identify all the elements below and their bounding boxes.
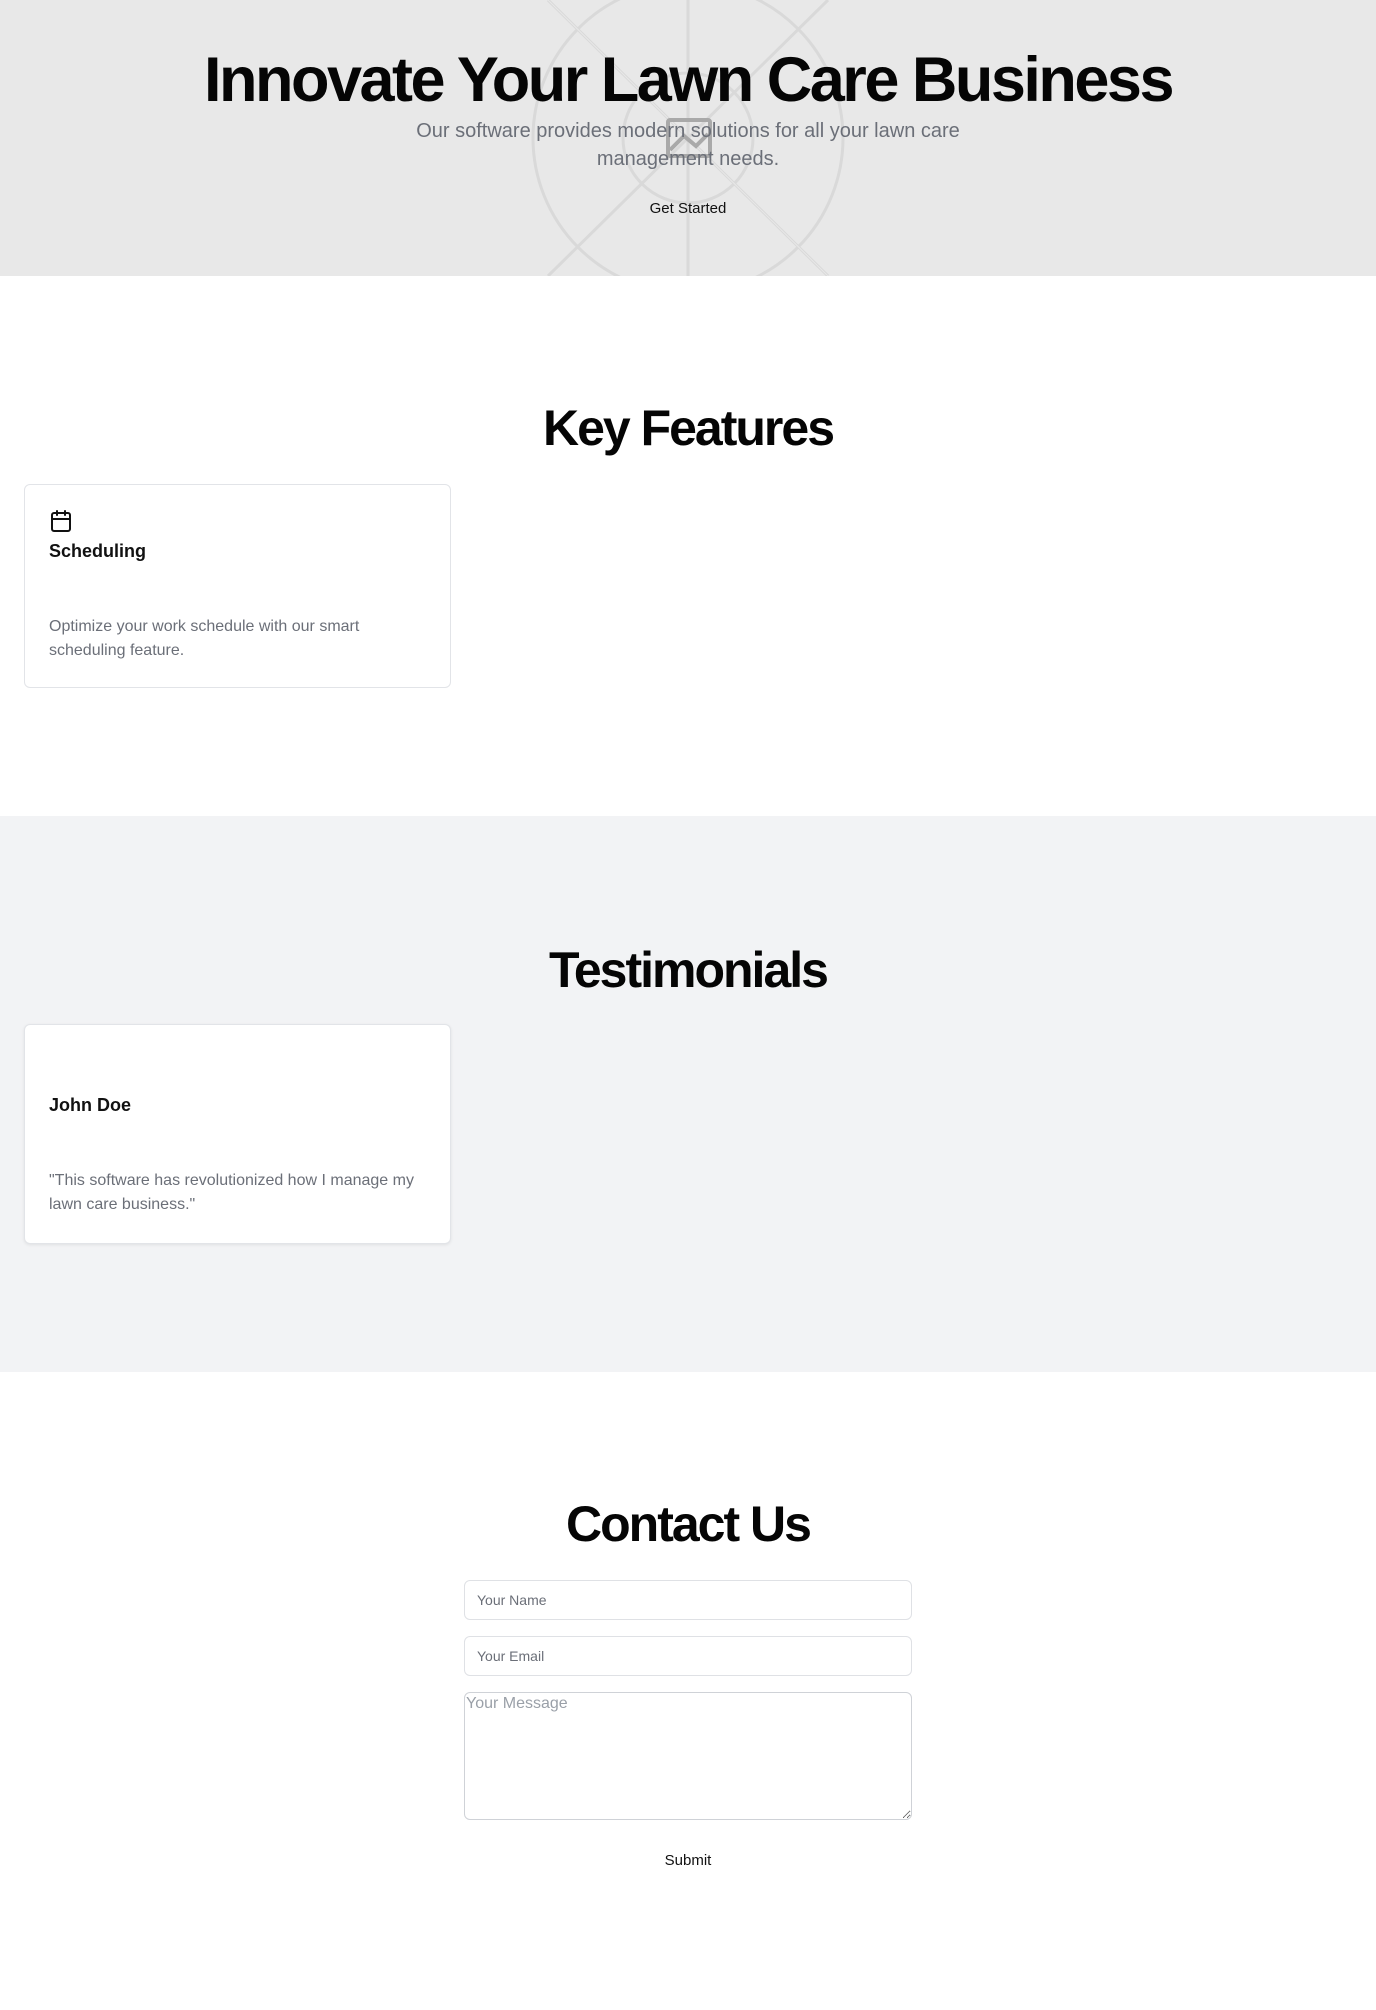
name-field[interactable] <box>464 1580 912 1620</box>
email-field[interactable] <box>464 1636 912 1676</box>
testimonial-author: John Doe <box>49 1095 132 1115</box>
testimonials-section: Testimonials John Doe "This software has… <box>0 816 1376 1372</box>
message-field[interactable] <box>464 1692 912 1820</box>
feature-title: Scheduling <box>49 541 147 561</box>
hero-title: Innovate Your Lawn Care Business <box>204 45 1174 115</box>
testimonial-quote: "This software has revolutionized how I … <box>49 1172 414 1213</box>
get-started-button[interactable]: Get Started <box>628 196 748 220</box>
submit-button[interactable]: Submit <box>628 1848 748 1872</box>
testimonial-card: John Doe "This software has revolutioniz… <box>24 1024 451 1244</box>
feature-description: Optimize your work schedule with our sma… <box>49 618 360 659</box>
hero-subtitle: Our software provides modern solutions f… <box>416 120 960 170</box>
calendar-icon <box>51 510 71 532</box>
features-section: Key Features Scheduling Optimize your wo… <box>0 276 1376 816</box>
feature-card-scheduling: Scheduling Optimize your work schedule w… <box>24 484 451 688</box>
contact-title: Contact Us <box>566 1496 812 1552</box>
features-title: Key Features <box>542 400 835 456</box>
testimonials-title: Testimonials <box>549 942 829 998</box>
contact-section: Contact Us Submit <box>0 1372 1376 2010</box>
hero-section: Innovate Your Lawn Care Business Our sof… <box>0 0 1376 276</box>
